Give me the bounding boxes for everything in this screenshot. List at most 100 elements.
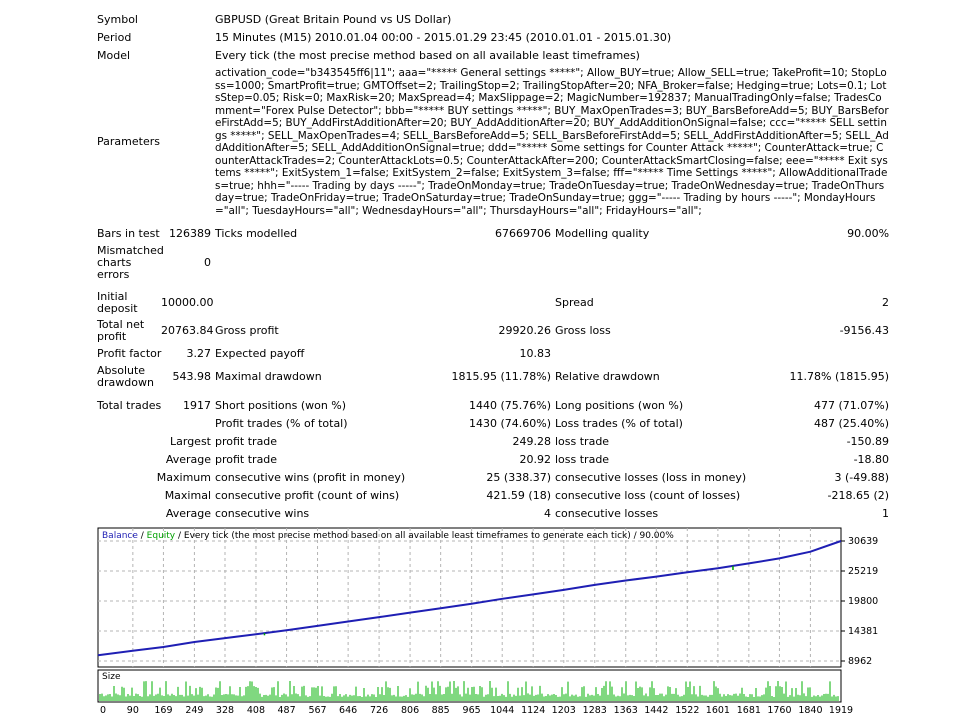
average-row: Average profit trade 20.92 loss trade -1… xyxy=(97,451,889,469)
reldd-label: Relative drawdown xyxy=(555,370,660,383)
payoff-value: 10.83 xyxy=(519,347,552,360)
symbol-label: Symbol xyxy=(97,13,138,26)
maximum-label: Maximum xyxy=(156,471,211,484)
largest-pt-value: 249.28 xyxy=(512,435,552,448)
ptrades-value: 1430 (74.60%) xyxy=(468,417,551,430)
grossprofit-value: 29920.26 xyxy=(498,324,552,337)
y-tick-label: 19800 xyxy=(848,596,878,607)
average-lt-label: loss trade xyxy=(555,453,610,466)
avg-cl-label: consecutive losses xyxy=(555,507,659,520)
y-tick-label: 14381 xyxy=(848,626,878,637)
report-table: Symbol GBPUSD (Great Britain Pound vs US… xyxy=(97,11,889,523)
model-label: Model xyxy=(97,49,131,62)
report-panel: Symbol GBPUSD (Great Britain Pound vs US… xyxy=(97,11,889,523)
maximal-label: Maximal xyxy=(164,489,211,502)
pf-value: 3.27 xyxy=(186,347,212,360)
average-pt-value: 20.92 xyxy=(519,453,552,466)
quality-value: 90.00% xyxy=(847,227,890,240)
x-tick-label: 0 xyxy=(100,705,106,715)
x-tick-label: 1522 xyxy=(675,705,699,715)
x-tick-label: 1044 xyxy=(490,705,514,715)
max-cl-value: 3 (-49.88) xyxy=(834,471,890,484)
average-lt-value: -18.80 xyxy=(853,453,890,466)
balance-chart-svg: 30639 25219 19800 14381 8962 Balance / Equit… xyxy=(97,527,878,715)
maxl-cp-label: consecutive profit (count of wins) xyxy=(215,489,400,502)
x-tick-label: 1203 xyxy=(552,705,576,715)
maximal-row: Maximal consecutive profit (count of win… xyxy=(97,487,889,505)
ticks-label: Ticks modelled xyxy=(215,227,298,240)
caption-sep: / xyxy=(138,531,147,541)
deposit-row: Initial deposit 10000.00 Spread 2 xyxy=(97,289,889,317)
ptrades-row: Profit trades (% of total) 1430 (74.60%)… xyxy=(97,415,889,433)
mismatch-value: 0 xyxy=(204,256,211,269)
quality-label: Modelling quality xyxy=(555,227,650,240)
deposit-value: 10000.00 xyxy=(161,296,214,309)
chart-frame xyxy=(97,527,842,668)
caption-balance: Balance xyxy=(102,531,138,541)
caption-equity: Equity xyxy=(147,531,176,541)
x-axis: 0 90 169 249 328 408 487 567 646 726 806 885 965 1044… xyxy=(100,705,853,715)
x-tick-label: 487 xyxy=(277,705,295,715)
avg-cl-value: 1 xyxy=(882,507,890,520)
x-tick-label: 1442 xyxy=(644,705,668,715)
netprofit-value: 20763.84 xyxy=(161,324,214,337)
trades-row: Total trades 1917 Short positions (won %… xyxy=(97,397,889,415)
largest-row: Largest profit trade 249.28 loss trade -… xyxy=(97,433,889,451)
caption-rest: / Every tick (the most precise method ba… xyxy=(175,531,674,541)
avg-cw-value: 4 xyxy=(544,507,551,520)
netprofit-row: Total net profit 20763.84 Gross profit 2… xyxy=(97,317,889,345)
bars-row: Bars in test 126389 Ticks modelled 67669… xyxy=(97,225,889,243)
spread-value: 2 xyxy=(882,296,890,309)
ltrades-value: 487 (25.40%) xyxy=(814,417,890,430)
x-tick-label: 408 xyxy=(247,705,265,715)
bars-value: 126389 xyxy=(169,227,211,240)
y-tick-label: 25219 xyxy=(848,566,878,577)
maxl-cl-value: -218.65 (2) xyxy=(827,489,890,502)
x-tick-label: 1601 xyxy=(706,705,730,715)
balance-chart: 30639 25219 19800 14381 8962 Balance / Equit… xyxy=(97,527,891,715)
max-cl-label: consecutive losses (loss in money) xyxy=(555,471,747,484)
payoff-label: Expected payoff xyxy=(215,347,305,360)
chart-caption: Balance / Equity / Every tick (the most … xyxy=(102,531,674,541)
reldd-value: 11.78% (1815.95) xyxy=(789,370,890,383)
max-cw-label: consecutive wins (profit in money) xyxy=(215,471,406,484)
size-label: Size xyxy=(102,672,121,682)
symbol-row: Symbol GBPUSD (Great Britain Pound vs US… xyxy=(97,11,889,29)
model-value: Every tick (the most precise method base… xyxy=(215,49,640,62)
parameters-row: Parameters activation_code="b343545ff6|1… xyxy=(97,65,889,219)
x-tick-label: 965 xyxy=(463,705,481,715)
absdd-label: Absolute drawdown xyxy=(97,364,154,389)
mismatch-row: Mismatched charts errors 0 xyxy=(97,243,889,283)
maximum-row: Maximum consecutive wins (profit in mone… xyxy=(97,469,889,487)
period-value: 15 Minutes (M15) 2010.01.04 00:00 - 2015… xyxy=(215,31,672,44)
period-label: Period xyxy=(97,31,132,44)
pf-row: Profit factor 3.27 Expected payoff 10.83 xyxy=(97,345,889,363)
x-tick-label: 806 xyxy=(401,705,419,715)
x-tick-label: 1363 xyxy=(614,705,638,715)
spread-label: Spread xyxy=(555,296,594,309)
ticks-value: 67669706 xyxy=(495,227,551,240)
y-tick-label: 30639 xyxy=(848,536,878,547)
long-label: Long positions (won %) xyxy=(555,399,684,412)
bars-label: Bars in test xyxy=(97,227,160,240)
mismatch-label: Mismatched charts errors xyxy=(97,244,164,281)
absdd-value: 543.98 xyxy=(172,370,212,383)
x-tick-label: 1124 xyxy=(521,705,545,715)
grossloss-label: Gross loss xyxy=(555,324,611,337)
maxl-cp-value: 421.59 (18) xyxy=(486,489,551,502)
x-tick-label: 885 xyxy=(432,705,450,715)
maxl-cl-label: consecutive loss (count of losses) xyxy=(555,489,741,502)
drawdown-row: Absolute drawdown 543.98 Maximal drawdow… xyxy=(97,363,889,391)
x-tick-label: 1840 xyxy=(798,705,822,715)
largest-pt-label: profit trade xyxy=(215,435,278,448)
average-label: Average xyxy=(165,453,211,466)
symbol-value: GBPUSD (Great Britain Pound vs US Dollar… xyxy=(215,13,452,26)
max-cw-value: 25 (338.37) xyxy=(486,471,551,484)
maxdd-value: 1815.95 (11.78%) xyxy=(451,370,551,383)
grossloss-value: -9156.43 xyxy=(839,324,890,337)
parameters-label: Parameters xyxy=(97,135,160,148)
trades-value: 1917 xyxy=(183,399,211,412)
period-row: Period 15 Minutes (M15) 2010.01.04 00:00… xyxy=(97,29,889,47)
average2-label: Average xyxy=(165,507,211,520)
trades-label: Total trades xyxy=(97,399,162,412)
